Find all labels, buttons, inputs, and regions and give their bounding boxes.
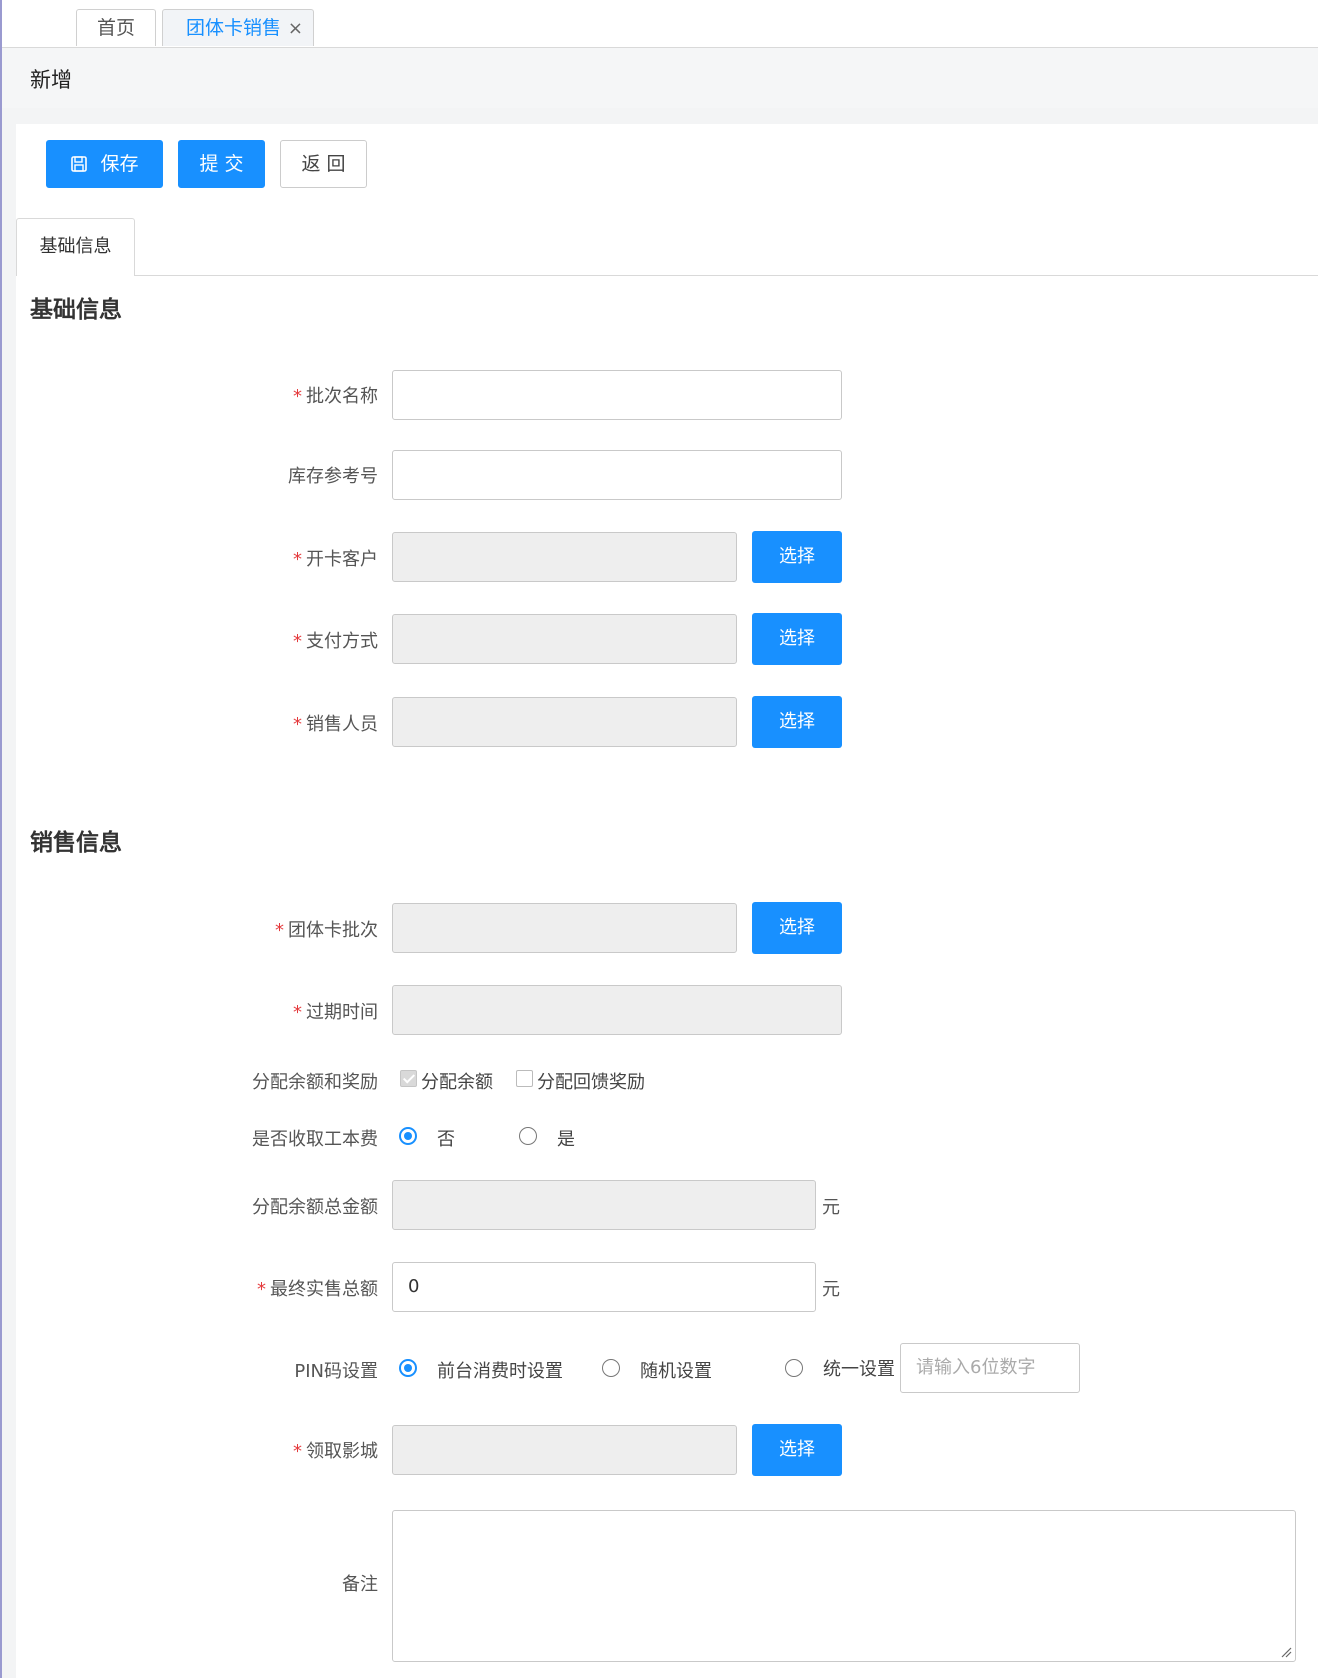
save-button[interactable]: 保存 bbox=[46, 140, 163, 188]
total-balance-unit: 元 bbox=[822, 1197, 840, 1218]
required-mark: * bbox=[275, 920, 284, 941]
card-batch-label-text: 团体卡批次 bbox=[288, 920, 378, 941]
page-header: 新增 bbox=[2, 48, 1318, 108]
tab-home[interactable]: 首页 bbox=[76, 9, 156, 46]
payment-label-text: 支付方式 bbox=[306, 631, 378, 652]
sales-person-select-button[interactable]: 选择 bbox=[752, 696, 842, 748]
customer-select-button[interactable]: 选择 bbox=[752, 531, 842, 583]
sales-person-label: * 销售人员 bbox=[0, 710, 378, 736]
tab-home-label: 首页 bbox=[96, 17, 135, 39]
required-mark: * bbox=[257, 1279, 266, 1300]
cinema-input[interactable] bbox=[392, 1425, 737, 1475]
required-mark: * bbox=[293, 1441, 302, 1462]
page-title: 新增 bbox=[30, 68, 72, 92]
cinema-select-button[interactable]: 选择 bbox=[752, 1424, 842, 1476]
pin-uniform-radio[interactable] bbox=[785, 1359, 803, 1377]
card-batch-label: * 团体卡批次 bbox=[0, 916, 378, 942]
allocate-balance-checkbox[interactable] bbox=[400, 1070, 417, 1087]
payment-label: * 支付方式 bbox=[0, 627, 378, 653]
batch-name-label-text: 批次名称 bbox=[306, 386, 378, 407]
sales-info-heading: 销售信息 bbox=[30, 830, 122, 856]
pin-uniform-text: 统一设置 bbox=[823, 1359, 895, 1380]
remark-label: 备注 bbox=[342, 1574, 378, 1595]
final-total-input[interactable]: 0 bbox=[392, 1262, 816, 1312]
expire-input[interactable] bbox=[392, 985, 842, 1035]
batch-name-label: * 批次名称 bbox=[0, 382, 378, 408]
header-divider bbox=[2, 108, 1318, 124]
card-batch-select-button[interactable]: 选择 bbox=[752, 902, 842, 954]
batch-name-input[interactable] bbox=[392, 370, 842, 420]
expire-label: * 过期时间 bbox=[0, 998, 378, 1024]
payment-input[interactable] bbox=[392, 614, 737, 664]
customer-input[interactable] bbox=[392, 532, 737, 582]
sales-person-input[interactable] bbox=[392, 697, 737, 747]
required-mark: * bbox=[293, 714, 302, 735]
cinema-label-text: 领取影城 bbox=[306, 1441, 378, 1462]
basic-info-heading: 基础信息 bbox=[30, 297, 122, 323]
fee-no-radio[interactable] bbox=[399, 1127, 417, 1145]
allocate-reward-checkbox[interactable] bbox=[516, 1070, 533, 1087]
sales-person-label-text: 销售人员 bbox=[306, 714, 378, 735]
final-total-label-text: 最终实售总额 bbox=[270, 1279, 378, 1300]
expire-label-text: 过期时间 bbox=[306, 1002, 378, 1023]
cinema-label: * 领取影城 bbox=[0, 1437, 378, 1463]
payment-select-button[interactable]: 选择 bbox=[752, 613, 842, 665]
allocate-reward-text: 分配回馈奖励 bbox=[537, 1072, 645, 1093]
required-mark: * bbox=[293, 1002, 302, 1023]
fee-yes-text: 是 bbox=[557, 1129, 575, 1150]
tab-basic-info[interactable]: 基础信息 bbox=[16, 218, 135, 276]
final-total-label: * 最终实售总额 bbox=[0, 1275, 378, 1301]
resize-handle-icon[interactable] bbox=[1280, 1646, 1292, 1658]
pin-frontdesk-text: 前台消费时设置 bbox=[437, 1361, 563, 1382]
tab-active-label: 团体卡销售 bbox=[186, 17, 282, 39]
allocate-balance-text: 分配余额 bbox=[421, 1072, 493, 1093]
total-balance-label: 分配余额总金额 bbox=[252, 1197, 378, 1218]
pin-random-radio[interactable] bbox=[602, 1359, 620, 1377]
remark-textarea[interactable] bbox=[392, 1510, 1296, 1662]
close-icon[interactable]: × bbox=[288, 10, 303, 47]
fee-label: 是否收取工本费 bbox=[252, 1129, 378, 1150]
tab-bar: 首页 团体卡销售 × bbox=[2, 0, 1318, 48]
required-mark: * bbox=[293, 549, 302, 570]
customer-label-text: 开卡客户 bbox=[306, 549, 378, 570]
allocate-label: 分配余额和奖励 bbox=[252, 1072, 378, 1093]
stock-ref-label: 库存参考号 bbox=[288, 466, 378, 487]
required-mark: * bbox=[293, 386, 302, 407]
fee-no-text: 否 bbox=[437, 1129, 455, 1150]
stock-ref-input[interactable] bbox=[392, 450, 842, 500]
card-batch-input[interactable] bbox=[392, 903, 737, 953]
final-total-unit: 元 bbox=[822, 1279, 840, 1300]
save-icon bbox=[71, 156, 88, 172]
customer-label: * 开卡客户 bbox=[0, 545, 378, 571]
section-tab-divider bbox=[16, 275, 1318, 276]
pin-frontdesk-radio[interactable] bbox=[399, 1359, 417, 1377]
required-mark: * bbox=[293, 631, 302, 652]
back-button[interactable]: 返 回 bbox=[280, 140, 367, 188]
pin-random-text: 随机设置 bbox=[640, 1361, 712, 1382]
submit-button[interactable]: 提 交 bbox=[178, 140, 265, 188]
pin-label: PIN码设置 bbox=[294, 1361, 378, 1382]
total-balance-input[interactable] bbox=[392, 1180, 816, 1230]
fee-yes-radio[interactable] bbox=[519, 1127, 537, 1145]
tab-group-card-sales[interactable]: 团体卡销售 × bbox=[162, 9, 314, 46]
pin-code-input[interactable]: 请输入6位数字 bbox=[900, 1343, 1080, 1393]
save-label: 保存 bbox=[100, 153, 139, 175]
